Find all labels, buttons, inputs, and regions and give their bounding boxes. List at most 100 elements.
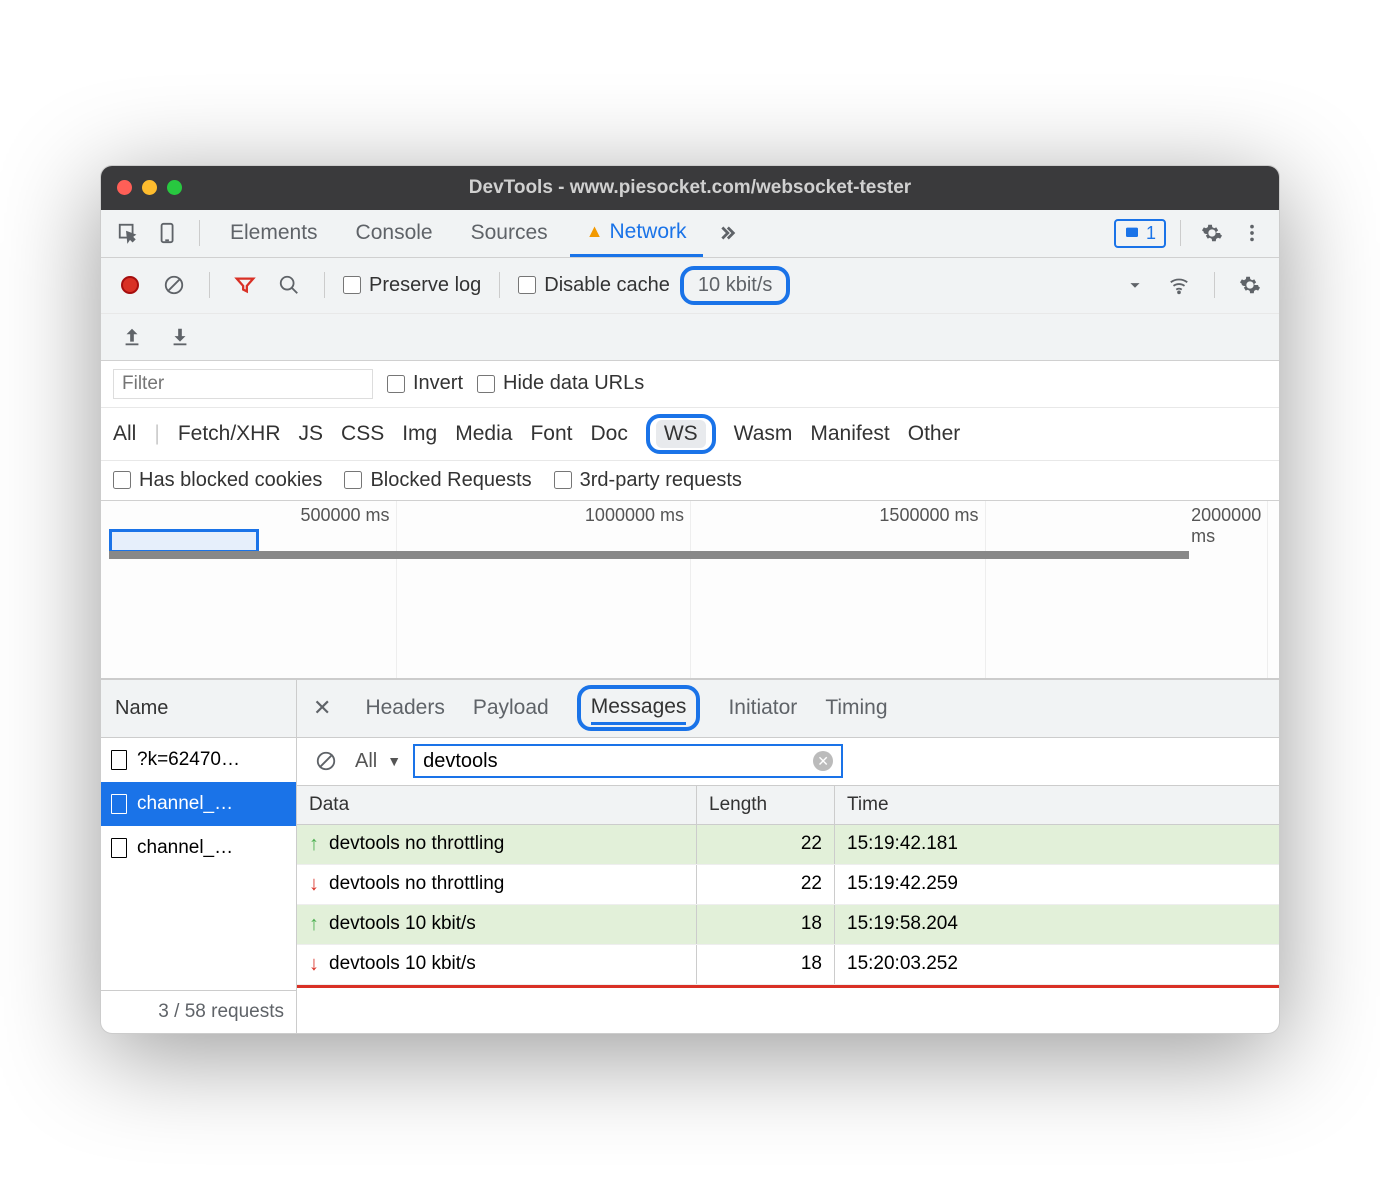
detail-tab-initiator[interactable]: Initiator [728,696,797,720]
filter-type-media[interactable]: Media [455,422,512,446]
column-header-data[interactable]: Data [297,786,697,824]
divider [324,272,325,298]
request-name: channel_… [137,793,233,815]
filter-type-font[interactable]: Font [530,422,572,446]
message-data: devtools 10 kbit/s [329,953,476,975]
divider [1214,272,1215,298]
filter-type-all[interactable]: All [113,422,136,446]
request-name: channel_… [137,837,233,859]
chevron-down-icon: ▼ [387,753,401,769]
message-length: 22 [697,825,835,864]
filter-type-wasm[interactable]: Wasm [734,422,793,446]
hide-data-urls-checkbox[interactable]: Hide data URLs [477,372,644,395]
close-window-button[interactable] [117,180,132,195]
request-row[interactable]: channel_… [101,826,296,870]
third-party-checkbox[interactable]: 3rd-party requests [554,469,742,492]
warning-icon: ▲ [586,221,604,242]
filter-type-js[interactable]: JS [299,422,324,446]
upload-har-icon[interactable] [115,320,149,354]
divider [209,272,210,298]
detail-pane: ✕ Headers Payload Messages Initiator Tim… [297,680,1279,1033]
minimize-window-button[interactable] [142,180,157,195]
filter-type-fetchxhr[interactable]: Fetch/XHR [178,422,281,446]
filter-type-img[interactable]: Img [402,422,437,446]
divider [1180,220,1181,246]
message-row[interactable]: ↑devtools no throttling2215:19:42.181 [297,825,1279,865]
main-tabbar: Elements Console Sources ▲ Network 1 [101,210,1279,258]
filter-type-css[interactable]: CSS [341,422,384,446]
filter-icon[interactable] [228,268,262,302]
device-toolbar-icon[interactable] [151,216,185,250]
timeline-selection[interactable] [109,529,259,553]
timeline-data-bar [109,551,1189,559]
request-list: Name ?k=62470… channel_… channel_… 3 / 58 … [101,680,297,1033]
throttle-dropdown-icon[interactable] [1118,268,1152,302]
wifi-icon[interactable] [1162,268,1196,302]
message-row[interactable]: ↓devtools 10 kbit/s1815:20:03.252 [297,945,1279,985]
invert-checkbox[interactable]: Invert [387,372,463,395]
message-direction-select[interactable]: All ▼ [355,750,401,773]
throttling-selector[interactable]: 10 kbit/s [680,266,790,305]
search-icon[interactable] [272,268,306,302]
more-tabs-icon[interactable] [709,216,743,250]
detail-tab-messages[interactable]: Messages [591,691,687,725]
type-filter-bar: All | Fetch/XHR JS CSS Img Media Font Do… [101,408,1279,461]
error-indicator-bar [297,985,1279,988]
preserve-log-checkbox[interactable]: Preserve log [343,274,481,297]
download-har-icon[interactable] [163,320,197,354]
timeline-tick: 500000 ms [300,505,395,526]
messages-toolbar: All ▼ ✕ [297,738,1279,786]
tab-network[interactable]: ▲ Network [570,210,703,257]
detail-tab-timing[interactable]: Timing [825,696,887,720]
inspect-element-icon[interactable] [111,216,145,250]
file-icon [111,750,127,770]
titlebar: DevTools - www.piesocket.com/websocket-t… [101,166,1279,210]
clear-filter-icon[interactable]: ✕ [813,751,833,771]
clear-messages-icon[interactable] [309,744,343,778]
filter-type-doc[interactable]: Doc [590,422,627,446]
filter-bar: Invert Hide data URLs [101,361,1279,408]
arrow-down-icon: ↓ [309,953,319,976]
arrow-down-icon: ↓ [309,873,319,896]
request-row[interactable]: channel_… [101,782,296,826]
message-data: devtools no throttling [329,833,504,855]
message-time: 15:19:58.204 [835,905,1279,944]
filter-type-manifest[interactable]: Manifest [810,422,889,446]
messages-table-header: Data Length Time [297,786,1279,825]
disable-cache-checkbox[interactable]: Disable cache [518,274,670,297]
request-count: 3 / 58 requests [101,990,296,1033]
record-button[interactable] [113,268,147,302]
detail-tab-headers[interactable]: Headers [365,696,444,720]
message-filter-input[interactable] [423,750,813,773]
maximize-window-button[interactable] [167,180,182,195]
column-header-time[interactable]: Time [835,786,1279,824]
column-header-name[interactable]: Name [101,680,296,738]
blocked-requests-checkbox[interactable]: Blocked Requests [344,469,531,492]
request-row[interactable]: ?k=62470… [101,738,296,782]
timeline-tick: 1000000 ms [585,505,690,526]
blocked-cookies-checkbox[interactable]: Has blocked cookies [113,469,322,492]
window-controls [117,180,182,195]
tab-elements[interactable]: Elements [214,210,334,257]
filter-type-ws[interactable]: WS [656,420,706,448]
kebab-menu-icon[interactable] [1235,216,1269,250]
message-time: 15:19:42.181 [835,825,1279,864]
settings-icon[interactable] [1195,216,1229,250]
message-data: devtools no throttling [329,873,504,895]
timeline-overview[interactable]: 500000 ms 1000000 ms 1500000 ms 2000000 … [101,501,1279,679]
filter-type-other[interactable]: Other [908,422,961,446]
detail-tab-payload[interactable]: Payload [473,696,549,720]
message-row[interactable]: ↑devtools 10 kbit/s1815:19:58.204 [297,905,1279,945]
tab-sources[interactable]: Sources [455,210,564,257]
close-detail-icon[interactable]: ✕ [307,695,337,721]
issues-chip[interactable]: 1 [1114,219,1166,248]
extra-filter-bar: Has blocked cookies Blocked Requests 3rd… [101,461,1279,501]
tab-console[interactable]: Console [340,210,449,257]
devtools-window: DevTools - www.piesocket.com/websocket-t… [100,165,1280,1034]
message-row[interactable]: ↓devtools no throttling2215:19:42.259 [297,865,1279,905]
clear-icon[interactable] [157,268,191,302]
filter-input[interactable] [113,369,373,399]
column-header-length[interactable]: Length [697,786,835,824]
network-settings-icon[interactable] [1233,268,1267,302]
file-icon [111,794,127,814]
